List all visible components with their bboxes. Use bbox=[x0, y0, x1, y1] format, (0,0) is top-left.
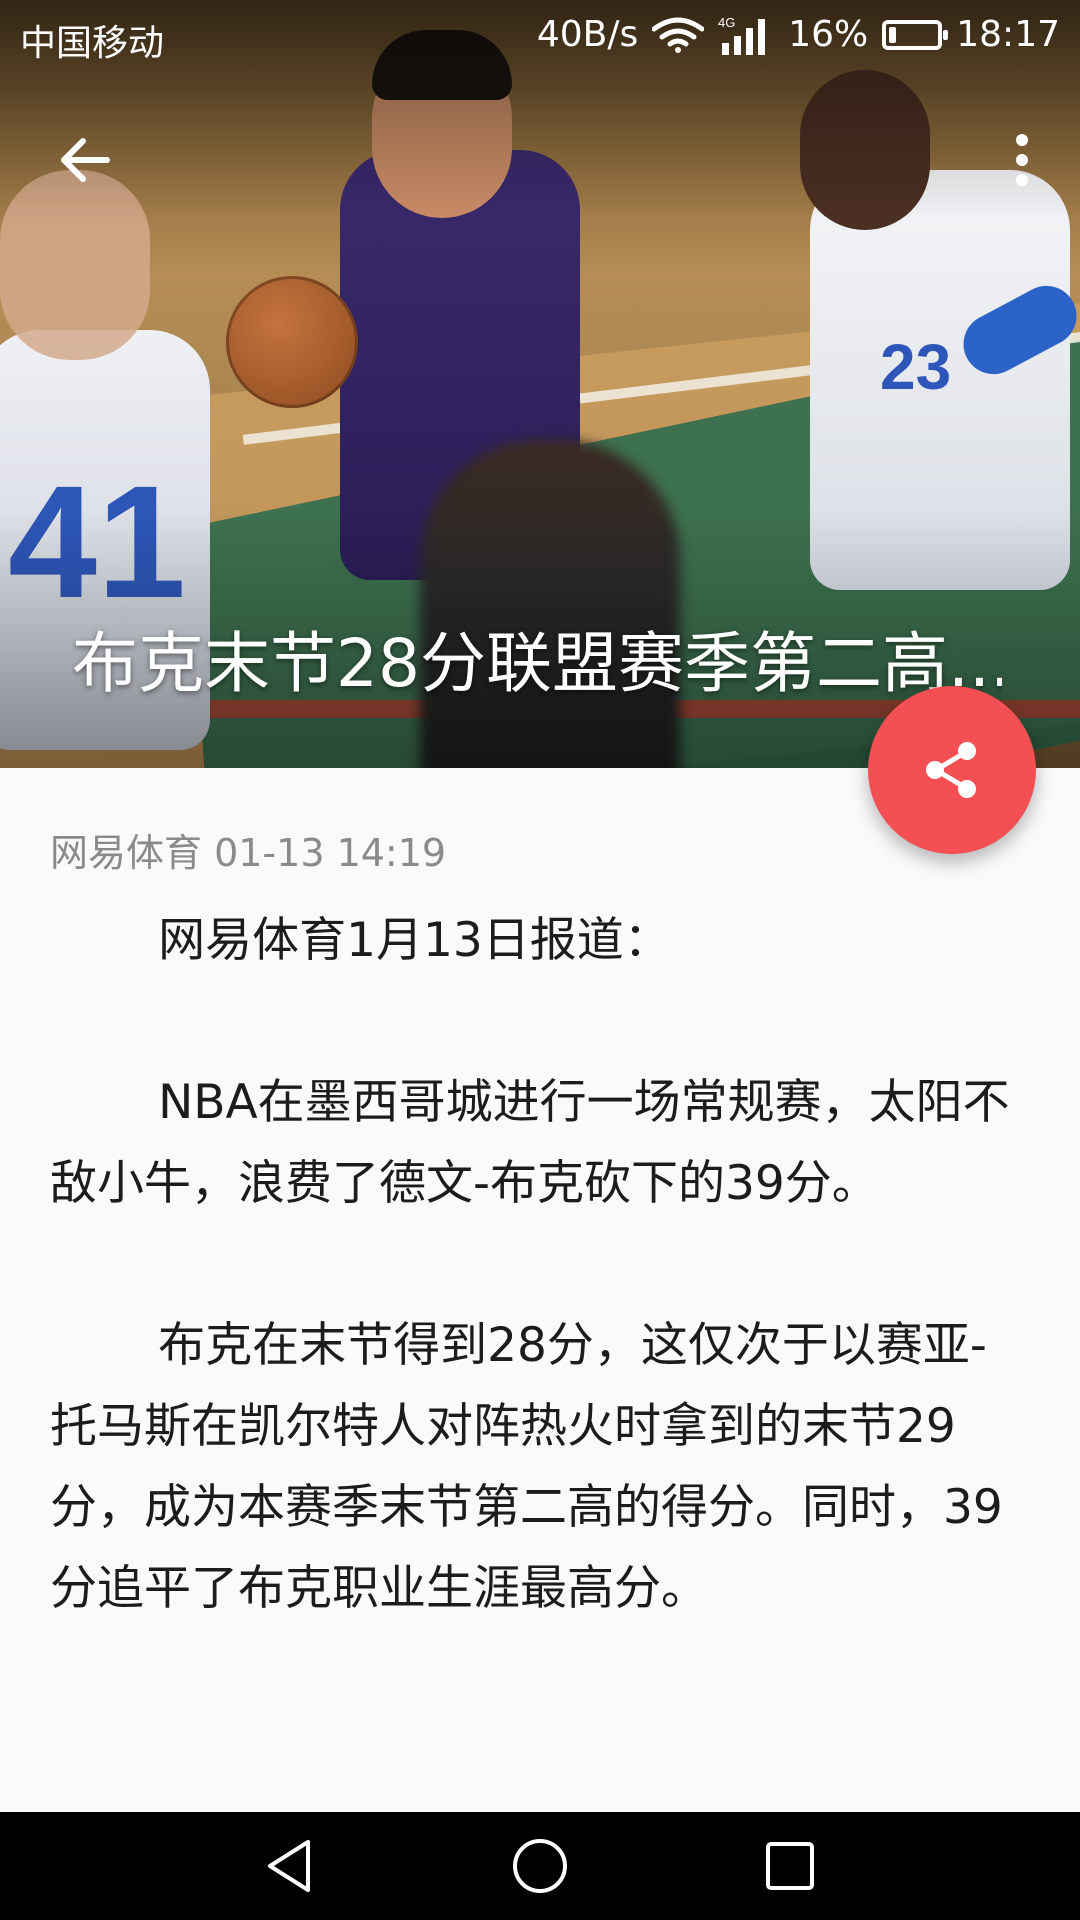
nav-back-button[interactable] bbox=[255, 1831, 325, 1901]
battery-icon bbox=[882, 19, 949, 50]
article-paragraph: 网易体育1月13日报道： bbox=[158, 913, 671, 968]
article-paragraph: 布克在末节得到28分，这仅次于以赛亚-托马斯在凯尔特人对阵热火时拿到的末节29分… bbox=[50, 1318, 1003, 1616]
signal-icon: 4G bbox=[718, 15, 766, 55]
nav-recents-icon bbox=[766, 1842, 814, 1890]
share-button[interactable] bbox=[868, 686, 1036, 854]
nav-home-button[interactable] bbox=[505, 1831, 575, 1901]
jersey-number-23: 23 bbox=[880, 331, 952, 403]
status-indicators: 40B/s 4G 16% 18:17 bbox=[537, 14, 1060, 55]
wifi-icon bbox=[652, 17, 705, 53]
article-source-time: 网易体育 01-13 14:19 bbox=[50, 831, 447, 875]
carrier-label: 中国移动 bbox=[20, 23, 165, 64]
network-type-label: 4G bbox=[718, 15, 735, 30]
article-title: 布克末节28分联盟赛季第二高... bbox=[72, 625, 1002, 702]
more-vert-icon bbox=[1016, 134, 1028, 186]
back-button[interactable] bbox=[44, 120, 124, 200]
article-screen: 23 41 中国移动 40B/s 4G bbox=[0, 0, 1080, 1920]
status-time: 18:17 bbox=[956, 14, 1060, 55]
article-paragraph: NBA在墨西哥城进行一场常规赛，太阳不敌小牛，浪费了德文-布克砍下的39分。 bbox=[50, 1075, 1010, 1211]
status-bar: 中国移动 40B/s 4G 16% 18:17 bbox=[0, 0, 1080, 72]
article-body: 网易体育1月13日报道： NBA在墨西哥城进行一场常规赛，太阳不敌小牛，浪费了德… bbox=[50, 900, 1030, 1629]
battery-percent: 16% bbox=[788, 14, 869, 55]
network-speed: 40B/s bbox=[536, 14, 639, 55]
more-options-button[interactable] bbox=[992, 120, 1052, 200]
battery-fill bbox=[889, 26, 897, 43]
arrow-back-icon bbox=[61, 138, 110, 182]
nav-home-icon bbox=[513, 1839, 567, 1893]
nav-back-icon bbox=[268, 1840, 310, 1892]
nav-recents-button[interactable] bbox=[755, 1831, 825, 1901]
basketball bbox=[226, 276, 358, 408]
share-icon bbox=[926, 742, 976, 798]
navigation-bar bbox=[0, 1812, 1080, 1920]
